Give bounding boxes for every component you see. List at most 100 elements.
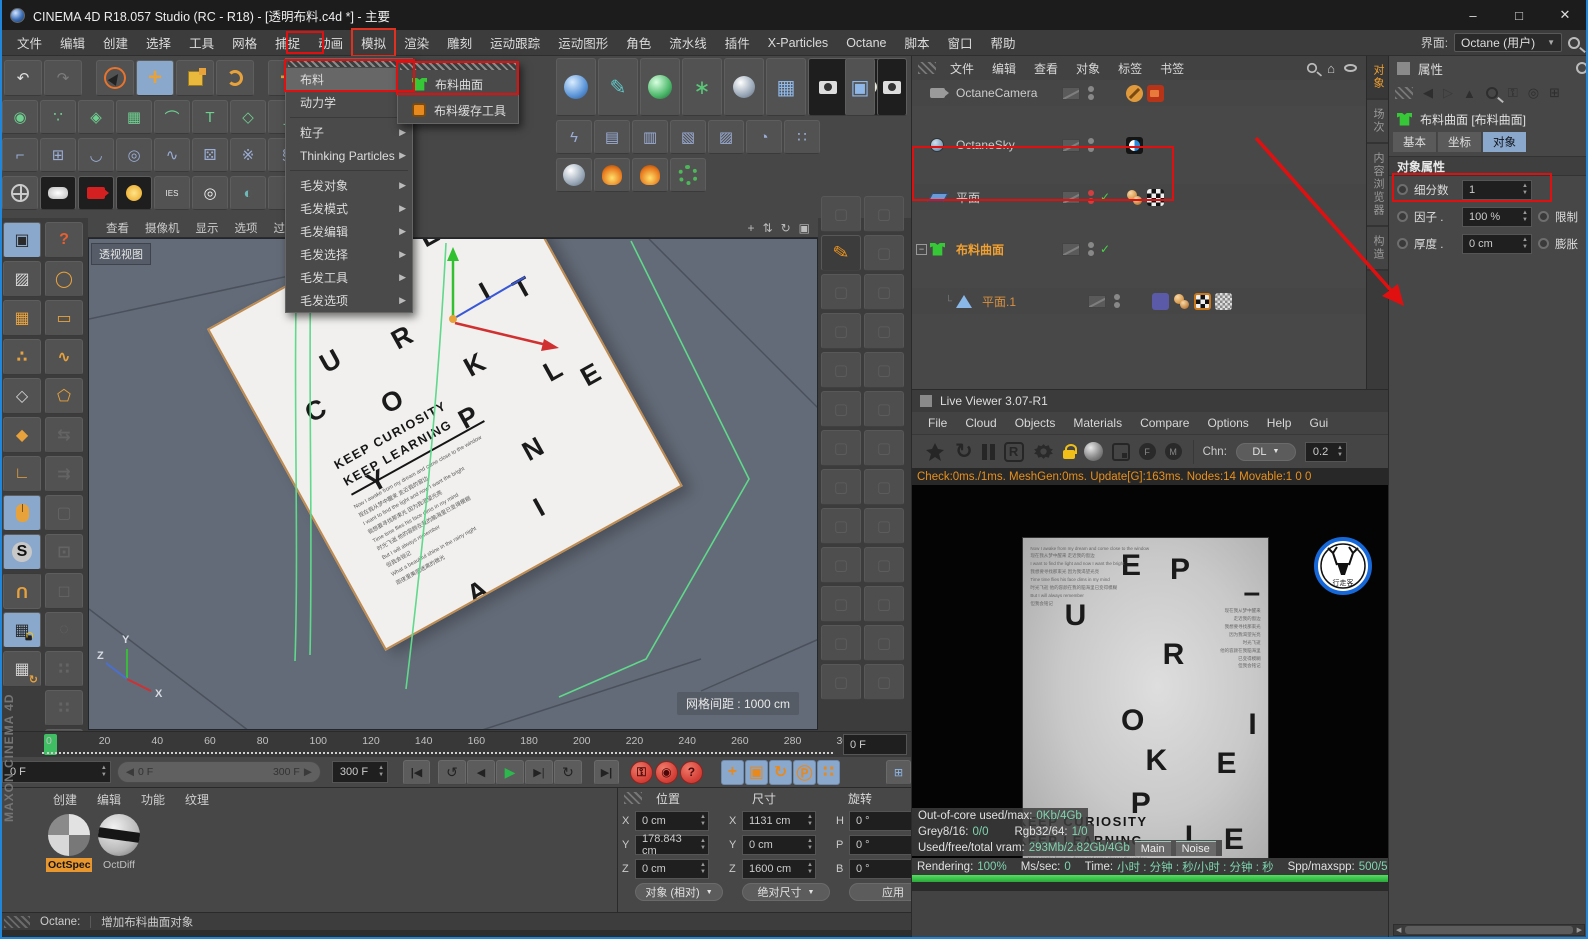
modeling-tool-icon[interactable]: ▢ [864,391,904,427]
ies-light-icon[interactable]: IES [154,176,190,210]
search-icon[interactable] [1568,37,1580,49]
submenu-item-布料曲面[interactable]: 布料曲面 [398,71,518,97]
poly-select-icon[interactable]: ⬠ [45,378,83,414]
octane-camera-icon[interactable] [808,58,848,116]
viewport-maximize-icon[interactable]: ▣ [799,221,810,235]
minimize-button[interactable]: – [1450,0,1496,30]
frame-field[interactable]: 0 F [843,734,907,755]
motext-icon[interactable]: T [192,100,228,134]
visibility-dot[interactable] [1088,86,1094,92]
attr-find-icon[interactable] [1486,87,1498,99]
points-mode-icon[interactable]: ∴ [3,339,41,375]
rings-icon[interactable]: ◎ [116,138,152,172]
xpresso-icon[interactable]: ⌐ [2,138,38,172]
menu-运动图形[interactable]: 运动图形 [549,29,617,56]
fracture-icon[interactable]: ◈ [78,100,114,134]
octane-logo-icon[interactable] [924,441,946,463]
visibility-toggle[interactable] [1062,87,1080,100]
viewport-solo-icon[interactable] [3,495,41,531]
lv-material-ball-icon[interactable] [1084,442,1103,461]
texture-mode-icon[interactable]: ▨ [3,261,41,297]
area-light-icon[interactable] [40,176,76,210]
coord-field[interactable]: 0 cm▲▼ [635,859,709,879]
menu-动画[interactable]: 动画 [309,29,352,56]
visibility-dot[interactable] [1114,294,1120,300]
lv-menu-objects[interactable]: Objects [1007,414,1064,432]
object-row-OctaneCamera[interactable]: OctaneCamera [912,80,1367,106]
octane-sphere-icon[interactable] [556,58,596,116]
visibility-dot[interactable] [1088,94,1094,100]
lv-focus-pin-icon[interactable]: F [1139,443,1156,460]
collider-icon[interactable]: ▧ [670,120,706,154]
rotate-tool-icon[interactable] [216,60,254,96]
om-menu-对象[interactable]: 对象 [1068,58,1108,79]
next-frame-button[interactable]: ▶| [525,760,553,785]
dopesheet-icon[interactable]: ⊞ [886,760,911,785]
object-row-平面.1[interactable]: └平面.1 [912,288,1367,314]
visibility-dot[interactable] [1088,242,1094,248]
key-parameter-button[interactable]: Ⓟ [793,760,816,785]
visibility-toggle[interactable] [1088,295,1106,308]
modeling-tool-icon[interactable]: ▢ [821,469,861,505]
om-menu-查看[interactable]: 查看 [1026,58,1066,79]
side-tab-构造[interactable]: 构造 [1367,227,1389,271]
timeline-ruler[interactable]: 0204060801001201401601802002202402602803… [0,731,911,757]
record-key-button[interactable]: ⚿ [630,761,653,784]
modeling-tool-icon[interactable]: ✎ [821,235,861,271]
lv-restart-icon[interactable]: ↻ [955,439,973,464]
lv-menu-cloud[interactable]: Cloud [957,414,1004,432]
side-tab-对象[interactable]: 对象 [1367,56,1389,100]
close-button[interactable]: ✕ [1542,0,1588,30]
sphere-wire-icon[interactable]: ◌ [45,612,83,648]
menu-流水线[interactable]: 流水线 [660,29,716,56]
sample-spinner[interactable]: 0.2▲▼ [1305,442,1347,462]
attr-side-radio[interactable] [1538,238,1549,249]
mat-menu-纹理[interactable]: 纹理 [176,789,218,810]
rect-select-icon[interactable]: ▭ [45,300,83,336]
expander-icon[interactable]: − [916,244,927,255]
rotate-workplane-icon[interactable]: ▦↻ [3,651,41,687]
modeling-tool-icon[interactable]: ▢ [821,274,861,310]
menu-捕捉[interactable]: 捕捉 [266,29,309,56]
connector-icon[interactable]: ▨ [708,120,744,154]
mat-menu-创建[interactable]: 创建 [44,789,86,810]
menu-item-毛发编辑[interactable]: 毛发编辑▶ [286,220,412,243]
modeling-tool-icon[interactable]: ▢ [864,547,904,583]
tag-checker[interactable] [1147,189,1164,206]
attr-radio[interactable] [1397,238,1408,249]
viewport-3d[interactable]: KEPRUCITOKYPLENIA KEEP CURIOSITY KEEP LE… [88,238,818,730]
lv-region-render-icon[interactable]: R [1004,442,1024,462]
menu-item-毛发选项[interactable]: 毛发选项▶ [286,289,412,312]
spline-arc-icon[interactable]: ⌒ [154,100,190,134]
om-menu-编辑[interactable]: 编辑 [984,58,1024,79]
prev-frame-button[interactable]: ◀ [467,760,495,785]
menu-item-Thinking Particles[interactable]: Thinking Particles▶ [286,144,412,167]
modeling-tool-icon[interactable]: ▢ [864,274,904,310]
menu-工具[interactable]: 工具 [180,29,223,56]
attr-field[interactable]: 1▲▼ [1462,180,1532,200]
menu-item-毛发工具[interactable]: 毛发工具▶ [286,266,412,289]
visibility-dot[interactable] [1088,198,1094,204]
lv-noise-button[interactable]: Noise [1176,841,1216,856]
submenu-item-布料缓存工具[interactable]: 布料缓存工具 [398,97,518,123]
rigid-body-icon[interactable]: ▤ [594,120,630,154]
visibility-toggle[interactable] [1062,191,1080,204]
key-position-button[interactable]: + [721,760,744,785]
modeling-tool-icon[interactable]: ▢ [864,430,904,466]
key-scale-button[interactable]: ▣ [745,760,768,785]
menu-item-动力学[interactable]: 动力学▶ [286,91,412,114]
lock-workplane-icon[interactable]: ▦ [3,612,41,648]
undo-icon[interactable]: ↶ [4,60,42,96]
vpmenu-查看[interactable]: 查看 [98,218,137,238]
octane-grid-icon[interactable]: ▦ [766,58,806,116]
menu-编辑[interactable]: 编辑 [51,29,94,56]
target-light-icon[interactable]: ◎ [192,176,228,210]
close-hole-icon[interactable]: ⊡ [45,534,83,570]
menu-Octane[interactable]: Octane [837,32,895,54]
attr-side-radio[interactable] [1538,211,1549,222]
viewport-move-icon[interactable]: + [748,221,755,235]
dice-icon[interactable]: ⚄ [192,138,228,172]
lightning-icon[interactable]: ϟ [556,120,592,154]
modeling-tool-icon[interactable]: ▢ [821,391,861,427]
lv-menu-gui[interactable]: Gui [1301,414,1336,432]
